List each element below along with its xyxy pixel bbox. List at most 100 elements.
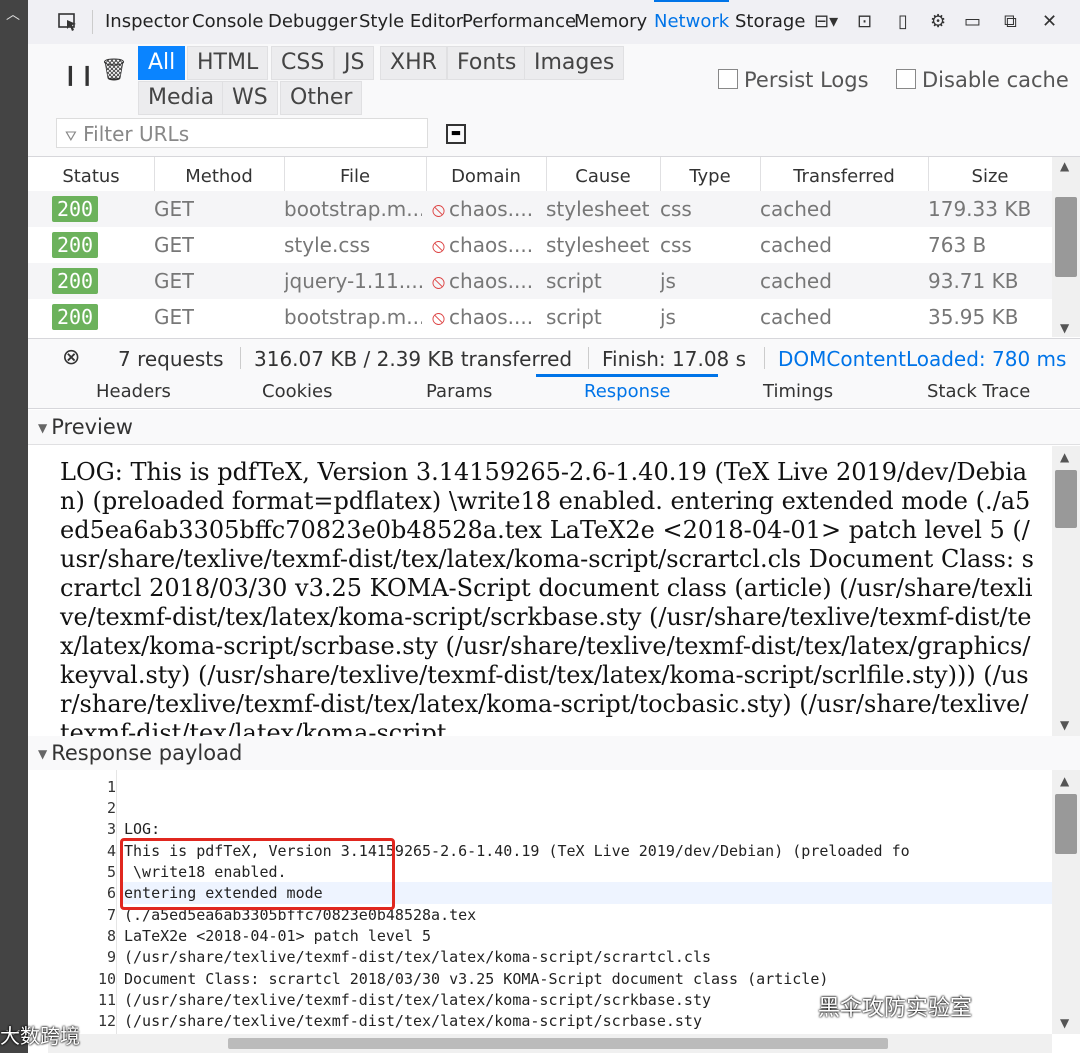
scrollbar-thumb[interactable]	[1055, 197, 1077, 277]
column-domain[interactable]: Domain	[426, 157, 547, 191]
tab-timings[interactable]: Timings	[763, 376, 833, 408]
checkbox-box[interactable]	[896, 69, 916, 89]
close-icon[interactable]: ✕	[1042, 11, 1057, 33]
scrollbar-thumb[interactable]	[228, 1038, 888, 1049]
tab-stack-trace[interactable]: Stack Trace	[927, 376, 1030, 408]
tab-inspector[interactable]: Inspector	[105, 0, 189, 44]
element-picker-icon[interactable]	[58, 12, 78, 32]
line-number: 8	[106, 927, 116, 945]
tab-headers[interactable]: Headers	[96, 376, 171, 408]
checkbox-box[interactable]	[718, 69, 738, 89]
scroll-down-icon[interactable]: ▼	[1060, 718, 1069, 732]
filter-media[interactable]: Media	[138, 81, 225, 115]
pause-icon[interactable]: ❙❙	[62, 62, 96, 86]
payload-horizontal-scrollbar[interactable]	[48, 1034, 1052, 1053]
performance-analysis-icon[interactable]: ⊗	[62, 345, 80, 370]
scrollbar-thumb[interactable]	[1055, 794, 1077, 854]
tab-debugger[interactable]: Debugger	[268, 0, 357, 44]
split-console-icon[interactable]: ⊡	[857, 11, 872, 33]
row-method: GET	[154, 233, 195, 257]
row-cause: script	[546, 269, 602, 293]
tab-style-editor[interactable]: Style Editor	[359, 0, 463, 44]
requests-scrollbar[interactable]: ▲ ▼	[1052, 157, 1080, 337]
dock-window-icon[interactable]: ⧉	[1004, 11, 1017, 33]
dom-content-loaded: DOMContentLoaded: 780 ms	[778, 347, 1067, 371]
filter-all[interactable]: All	[138, 46, 186, 80]
filter-urls-placeholder: Filter URLs	[83, 122, 190, 146]
scroll-up-icon[interactable]: ▲	[1060, 774, 1069, 788]
disable-cache-checkbox[interactable]: Disable cache	[896, 68, 1069, 92]
tab-console[interactable]: Console	[192, 0, 263, 44]
filter-xhr[interactable]: XHR	[380, 46, 447, 80]
filter-js[interactable]: JS	[334, 46, 375, 80]
dock-bottom-icon[interactable]: ▭	[964, 11, 981, 33]
collapse-triangle-icon: ▼	[38, 421, 48, 435]
trash-icon[interactable]: 🗑	[100, 58, 128, 83]
har-export-icon[interactable]: ▬	[446, 124, 466, 144]
code-line: LOG:	[124, 820, 161, 838]
column-method[interactable]: Method	[154, 157, 285, 191]
filter-other[interactable]: Other	[280, 81, 363, 115]
row-method: GET	[154, 269, 195, 293]
filter-css[interactable]: CSS	[271, 46, 335, 80]
status-badge: 200	[52, 232, 98, 258]
scroll-down-icon[interactable]: ▼	[1060, 321, 1069, 335]
tab-performance[interactable]: Performance	[462, 0, 576, 44]
column-status[interactable]: Status	[28, 157, 155, 191]
line-number: 12	[97, 1012, 116, 1030]
payload-scrollbar[interactable]: ▲ ▼	[1052, 770, 1080, 1034]
row-type: css	[660, 197, 692, 221]
preview-scrollbar[interactable]: ▲ ▼	[1052, 446, 1080, 736]
row-size: 179.33 KB	[928, 197, 1032, 221]
row-cause: stylesheet	[546, 233, 650, 257]
column-size[interactable]: Size	[928, 157, 1052, 191]
filter-urls-input[interactable]: ⛛ Filter URLs	[56, 118, 428, 148]
row-size: 763 B	[928, 233, 987, 257]
code-line: Document Class: scrartcl 2018/03/30 v3.2…	[124, 970, 829, 988]
tab-storage[interactable]: Storage	[735, 0, 805, 44]
watermark-text-left: 大数跨境	[0, 1024, 80, 1048]
payload-title: Response payload	[51, 741, 243, 765]
request-count: 7 requests	[118, 347, 224, 371]
table-row[interactable]: 200 GET jquery-1.11.... ⦸ chaos.... scrip…	[28, 263, 1052, 299]
persist-logs-checkbox[interactable]: Persist Logs	[718, 68, 869, 92]
code-line: (/usr/share/texlive/texmf-dist/tex/latex…	[124, 1012, 702, 1030]
column-cause[interactable]: Cause	[546, 157, 661, 191]
requests-table-body: 200 GET bootstrap.m... ⦸ chaos.... styles…	[28, 191, 1052, 337]
scroll-down-icon[interactable]: ▼	[1060, 1016, 1069, 1030]
table-row[interactable]: 200 GET bootstrap.m... ⦸ chaos.... styles…	[28, 191, 1052, 227]
chevron-up-icon[interactable]: ︿	[6, 4, 20, 24]
responsive-design-icon[interactable]: ⊟▾	[814, 11, 838, 33]
table-row[interactable]: 200 GET bootstrap.m... ⦸ chaos.... script…	[28, 299, 1052, 335]
table-row[interactable]: 200 GET style.css ⦸ chaos.... stylesheet …	[28, 227, 1052, 263]
filter-images[interactable]: Images	[524, 46, 625, 80]
tab-cookies[interactable]: Cookies	[262, 376, 332, 408]
row-file: jquery-1.11....	[284, 269, 422, 293]
tab-response[interactable]: Response	[535, 374, 720, 408]
column-transferred[interactable]: Transferred	[760, 157, 929, 191]
preview-section-header[interactable]: ▼ Preview	[28, 410, 1080, 445]
gear-icon[interactable]: ⚙	[930, 11, 946, 33]
scrollbar-thumb[interactable]	[1055, 470, 1077, 528]
line-number: 5	[106, 863, 116, 881]
preview-text: LOG: This is pdfTeX, Version 3.14159265-…	[60, 458, 1034, 736]
row-transferred: cached	[760, 233, 832, 257]
tab-network[interactable]: Network	[654, 0, 730, 44]
filter-fonts[interactable]: Fonts	[447, 46, 527, 80]
left-edge-bar: ︿ ﹀	[0, 0, 28, 1053]
row-domain-text: chaos....	[449, 305, 534, 329]
tab-params[interactable]: Params	[426, 376, 492, 408]
summary-separator	[240, 347, 241, 369]
row-domain: ⦸ chaos....	[432, 191, 533, 227]
line-number: 10	[97, 970, 116, 988]
column-type[interactable]: Type	[660, 157, 761, 191]
filter-html[interactable]: HTML	[187, 46, 269, 80]
scroll-up-icon[interactable]: ▲	[1060, 450, 1069, 464]
payload-section-header[interactable]: ▼ Response payload	[28, 736, 1080, 771]
status-badge: 200	[52, 196, 98, 222]
tab-memory[interactable]: Memory	[574, 0, 647, 44]
scroll-up-icon[interactable]: ▲	[1060, 159, 1069, 173]
column-file[interactable]: File	[284, 157, 427, 191]
screenshot-icon[interactable]: ▯	[898, 11, 908, 33]
filter-ws[interactable]: WS	[222, 81, 278, 115]
